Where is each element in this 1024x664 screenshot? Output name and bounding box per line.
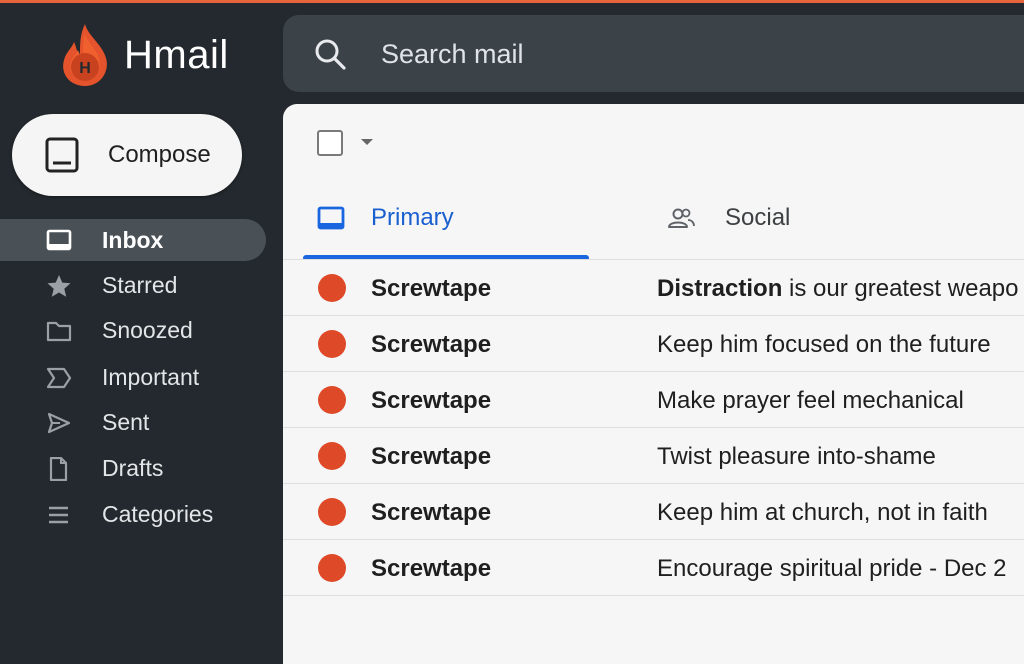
sidebar-item-label: Starred	[102, 272, 178, 298]
top-accent-line	[0, 0, 1024, 3]
sidebar-item-important[interactable]: Important	[0, 356, 270, 401]
email-row[interactable]: Screwtape Keep him at church, not in fai…	[283, 484, 1024, 540]
sidebar-item-label: Drafts	[102, 455, 164, 481]
mail-list-panel: Primary Social Screwtape Distraction is …	[283, 104, 1024, 664]
unread-dot	[318, 498, 346, 526]
email-subject: Encourage spiritual pride - Dec 2	[657, 555, 1007, 582]
email-row[interactable]: Screwtape Keep him focused on the future	[283, 316, 1024, 372]
email-row[interactable]: Screwtape Distraction is our greatest we…	[283, 260, 1024, 316]
app-logo[interactable]: H Hmail	[58, 22, 229, 88]
compose-button[interactable]: Compose	[12, 114, 242, 196]
draft-icon	[49, 457, 68, 481]
tab-label: Primary	[371, 204, 454, 231]
tab-label: Social	[725, 204, 791, 231]
email-subject-highlight: Distraction	[657, 275, 783, 302]
sidebar-item-label: Important	[102, 364, 200, 390]
folder-icon	[46, 321, 72, 342]
email-subject: Distraction is our greatest weapo	[657, 275, 1019, 303]
email-sender: Screwtape	[371, 387, 492, 414]
unread-dot	[318, 274, 346, 302]
sidebar-item-categories[interactable]: Categories	[0, 493, 270, 538]
inbox-icon	[46, 229, 72, 251]
email-row[interactable]: Screwtape Twist pleasure into-shame	[283, 428, 1024, 484]
sidebar-item-snoozed[interactable]: Snoozed	[0, 309, 270, 354]
email-sender: Screwtape	[371, 331, 492, 358]
unread-dot	[318, 554, 346, 582]
email-sender: Screwtape	[371, 555, 492, 582]
email-subject: Keep him at church, not in faith	[657, 499, 988, 526]
search-icon[interactable]	[313, 37, 347, 71]
sidebar-item-drafts[interactable]: Drafts	[0, 447, 270, 492]
app-title: Hmail	[124, 32, 229, 77]
email-subject: Keep him focused on the future	[657, 331, 991, 358]
email-subject-text: is our greatest weapo	[782, 275, 1019, 302]
sidebar-item-inbox[interactable]: Inbox	[0, 219, 266, 261]
sidebar-item-label: Snoozed	[102, 317, 193, 343]
compose-icon	[45, 137, 79, 173]
tab-primary[interactable]: Primary	[303, 184, 589, 259]
unread-dot	[318, 330, 346, 358]
sidebar-nav: Inbox Starred Snoozed Important Sent Dra…	[0, 219, 270, 538]
sidebar-item-label: Sent	[102, 409, 150, 435]
svg-text:H: H	[79, 60, 91, 77]
send-icon	[47, 412, 71, 434]
email-row[interactable]: Screwtape Encourage spiritual pride - De…	[283, 540, 1024, 596]
select-all-checkbox[interactable]	[317, 130, 343, 156]
email-subject: Make prayer feel mechanical	[657, 387, 964, 414]
category-tabs: Primary Social	[283, 184, 1024, 259]
email-sender: Screwtape	[371, 499, 492, 526]
important-icon	[46, 367, 72, 389]
sidebar-item-label: Inbox	[102, 227, 164, 253]
people-icon	[668, 208, 695, 228]
chevron-down-icon[interactable]	[361, 139, 373, 145]
inbox-icon	[317, 206, 345, 230]
sidebar-item-label: Categories	[102, 501, 214, 527]
search-bar[interactable]	[283, 15, 1024, 92]
flame-icon: H	[63, 24, 107, 86]
star-icon	[47, 275, 71, 297]
search-input[interactable]	[379, 33, 943, 75]
compose-label: Compose	[108, 141, 211, 168]
email-sender: Screwtape	[371, 275, 492, 302]
sidebar-item-starred[interactable]: Starred	[0, 264, 270, 309]
email-sender: Screwtape	[371, 443, 492, 470]
menu-icon	[49, 506, 68, 524]
email-subject: Twist pleasure into-shame	[657, 443, 936, 470]
tab-social[interactable]: Social	[661, 184, 961, 259]
sidebar-item-sent[interactable]: Sent	[0, 401, 270, 446]
email-list: Screwtape Distraction is our greatest we…	[283, 259, 1024, 596]
email-row[interactable]: Screwtape Make prayer feel mechanical	[283, 372, 1024, 428]
unread-dot	[318, 442, 346, 470]
unread-dot	[318, 386, 346, 414]
